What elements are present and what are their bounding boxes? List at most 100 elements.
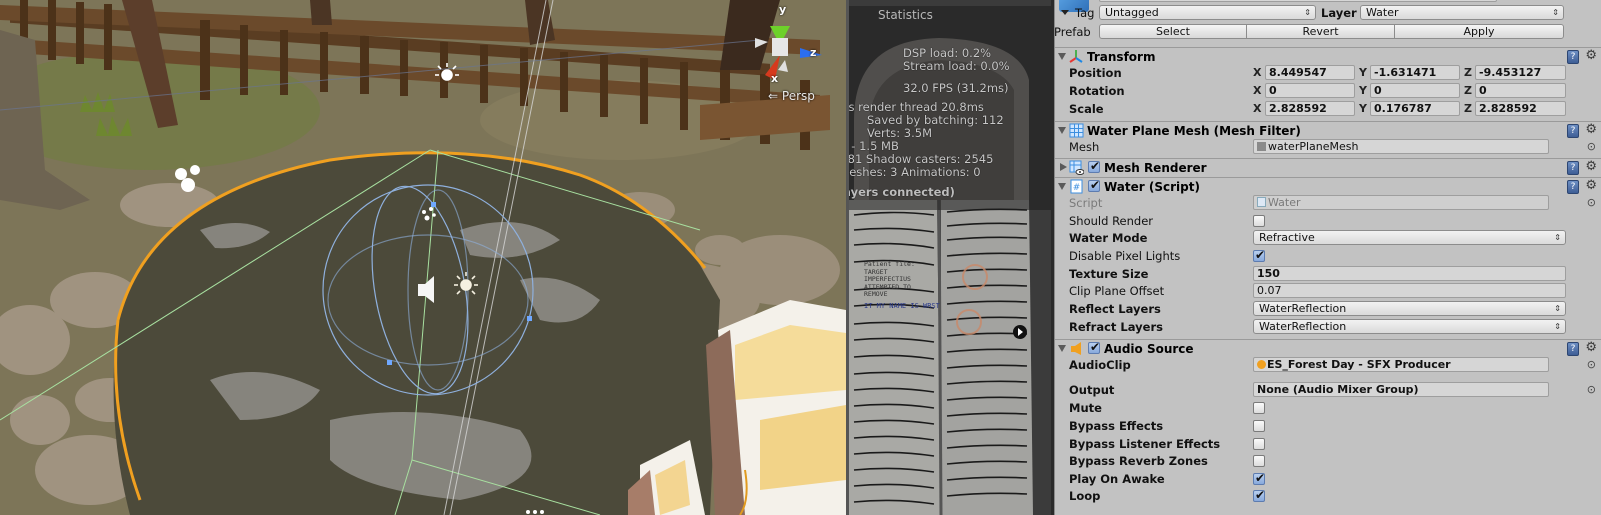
scale-y-field[interactable]: 0.176787 <box>1370 101 1460 116</box>
rotation-label: Rotation <box>1069 84 1125 98</box>
mesh-asset-icon <box>1257 142 1266 151</box>
water-mode-row: Water Mode Refractive ⇕ <box>1055 229 1601 247</box>
gear-icon[interactable]: ⚙ <box>1585 122 1597 137</box>
bypass-effects-checkbox[interactable] <box>1253 420 1265 432</box>
audio-source-icon <box>1071 342 1081 355</box>
mesh-value: waterPlaneMesh <box>1268 140 1359 153</box>
axis-x-label[interactable]: X <box>1253 66 1261 79</box>
mesh-renderer-header[interactable]: Mesh Renderer ? ⚙ <box>1055 158 1601 176</box>
dropdown-arrows-icon: ⇕ <box>1554 322 1561 331</box>
mesh-object-field[interactable]: waterPlaneMesh <box>1253 139 1549 154</box>
play-on-awake-row: Play On Awake <box>1055 470 1601 488</box>
transform-position-row: Position X 8.449547 Y -1.631471 Z -9.453… <box>1055 64 1601 82</box>
refract-layers-dropdown[interactable]: WaterReflection ⇕ <box>1253 319 1566 334</box>
axis-x-label[interactable]: X <box>1253 84 1261 97</box>
foldout-open-icon[interactable] <box>1058 183 1066 190</box>
output-object-field[interactable]: None (Audio Mixer Group) <box>1253 382 1549 397</box>
scale-x-field[interactable]: 2.828592 <box>1265 101 1355 116</box>
audio-source-title: Audio Source <box>1104 342 1194 356</box>
rotation-y-field[interactable]: 0 <box>1370 83 1460 98</box>
camera-mode-label[interactable]: ⇐ Persp <box>768 89 815 103</box>
object-name-field[interactable] <box>1099 0 1497 2</box>
disable-pixel-lights-checkbox[interactable] <box>1253 248 1265 262</box>
object-picker-icon[interactable]: ⊙ <box>1587 383 1596 396</box>
gear-icon[interactable]: ⚙ <box>1585 159 1597 174</box>
axis-z-label[interactable]: Z <box>1464 66 1472 79</box>
axis-y-label[interactable]: Y <box>1359 102 1367 115</box>
disable-pixel-lights-row: Disable Pixel Lights <box>1055 247 1601 265</box>
object-picker-icon[interactable]: ⊙ <box>1587 196 1596 209</box>
object-picker-icon[interactable]: ⊙ <box>1587 140 1596 153</box>
gear-icon[interactable]: ⚙ <box>1585 48 1597 63</box>
axis-y-label[interactable]: Y <box>1359 84 1367 97</box>
axis-y-label[interactable]: Y <box>1359 66 1367 79</box>
position-z-field[interactable]: -9.453127 <box>1475 65 1566 80</box>
axis-z-label[interactable]: Z <box>1464 84 1472 97</box>
mesh-renderer-enabled-checkbox[interactable] <box>1088 159 1100 173</box>
mute-row: Mute <box>1055 399 1601 417</box>
prefab-row: Prefab Select Revert Apply <box>1055 23 1601 41</box>
water-script-enabled-checkbox[interactable] <box>1088 178 1100 192</box>
help-icon[interactable]: ? <box>1567 161 1579 175</box>
object-picker-icon[interactable]: ⊙ <box>1587 358 1596 371</box>
tag-dropdown[interactable]: Untagged ⇕ <box>1099 5 1316 20</box>
help-icon[interactable]: ? <box>1567 50 1579 64</box>
help-icon[interactable]: ? <box>1567 180 1579 194</box>
csharp-script-icon: # <box>1070 179 1083 194</box>
rotation-z-field[interactable]: 0 <box>1475 83 1566 98</box>
mesh-filter-icon <box>1069 123 1084 138</box>
layer-dropdown[interactable]: Water ⇕ <box>1360 5 1564 20</box>
bypass-reverb-zones-label: Bypass Reverb Zones <box>1069 454 1208 468</box>
persp-text: Persp <box>781 89 815 103</box>
gear-icon[interactable]: ⚙ <box>1585 178 1597 193</box>
position-x-field[interactable]: 8.449547 <box>1265 65 1355 80</box>
stat-players: players connected) <box>849 185 955 199</box>
refract-layers-label: Refract Layers <box>1069 320 1163 334</box>
dropdown-arrows-icon: ⇕ <box>1554 233 1561 242</box>
transform-header[interactable]: Transform ? ⚙ <box>1055 47 1601 65</box>
axis-x-label[interactable]: X <box>1253 102 1261 115</box>
reflect-layers-value: WaterReflection <box>1259 302 1347 315</box>
script-object-field: Water <box>1253 195 1549 210</box>
bypass-reverb-zones-row: Bypass Reverb Zones <box>1055 452 1601 470</box>
water-script-header[interactable]: # Water (Script) ? ⚙ <box>1055 177 1601 195</box>
audio-source-enabled-checkbox[interactable] <box>1088 340 1100 354</box>
position-y-field[interactable]: -1.631471 <box>1370 65 1460 80</box>
clip-plane-offset-label: Clip Plane Offset <box>1069 284 1165 298</box>
foldout-open-icon[interactable] <box>1058 127 1066 134</box>
axis-z-label[interactable]: Z <box>1464 102 1472 115</box>
mute-checkbox[interactable] <box>1253 402 1265 414</box>
gizmo-x-label[interactable]: x <box>771 72 778 85</box>
audioclip-object-field[interactable]: ES_Forest Day - SFX Producer <box>1253 357 1549 372</box>
scale-z-field[interactable]: 2.828592 <box>1475 101 1566 116</box>
mesh-row: Mesh waterPlaneMesh ⊙ <box>1055 138 1601 156</box>
game-view[interactable]: Patient file: TARGET IMPERFECTIUS ATTEMP… <box>846 0 1054 515</box>
help-icon[interactable]: ? <box>1567 342 1579 356</box>
audio-source-header[interactable]: Audio Source ? ⚙ <box>1055 339 1601 357</box>
reflect-layers-dropdown[interactable]: WaterReflection ⇕ <box>1253 301 1566 316</box>
scene-view[interactable]: y z x ⇐ Persp <box>0 0 846 515</box>
mesh-filter-header[interactable]: Water Plane Mesh (Mesh Filter) ? ⚙ <box>1055 121 1601 139</box>
prefab-select-button[interactable]: Select <box>1099 24 1247 39</box>
water-mode-dropdown[interactable]: Refractive ⇕ <box>1253 230 1566 245</box>
bypass-listener-effects-checkbox[interactable] <box>1253 438 1265 450</box>
loop-checkbox[interactable] <box>1253 488 1265 502</box>
foldout-open-icon[interactable] <box>1058 53 1066 60</box>
gizmo-y-label[interactable]: y <box>779 3 786 16</box>
texture-size-field[interactable]: 150 <box>1253 266 1566 281</box>
prefab-apply-button[interactable]: Apply <box>1394 24 1564 39</box>
foldout-closed-icon[interactable] <box>1060 163 1067 171</box>
clip-plane-offset-field[interactable]: 0.07 <box>1253 283 1566 298</box>
gizmo-z-label[interactable]: z <box>810 46 816 59</box>
gear-icon[interactable]: ⚙ <box>1585 340 1597 355</box>
prefab-revert-button[interactable]: Revert <box>1246 24 1395 39</box>
foldout-open-icon[interactable] <box>1058 345 1066 352</box>
mesh-renderer-icon <box>1069 160 1084 175</box>
refract-layers-value: WaterReflection <box>1259 320 1347 333</box>
help-icon[interactable]: ? <box>1567 124 1579 138</box>
dropdown-arrows-icon: ⇕ <box>1554 304 1561 313</box>
should-render-checkbox[interactable] <box>1253 215 1265 227</box>
bypass-reverb-zones-checkbox[interactable] <box>1253 455 1265 467</box>
play-on-awake-checkbox[interactable] <box>1253 471 1265 485</box>
rotation-x-field[interactable]: 0 <box>1265 83 1355 98</box>
